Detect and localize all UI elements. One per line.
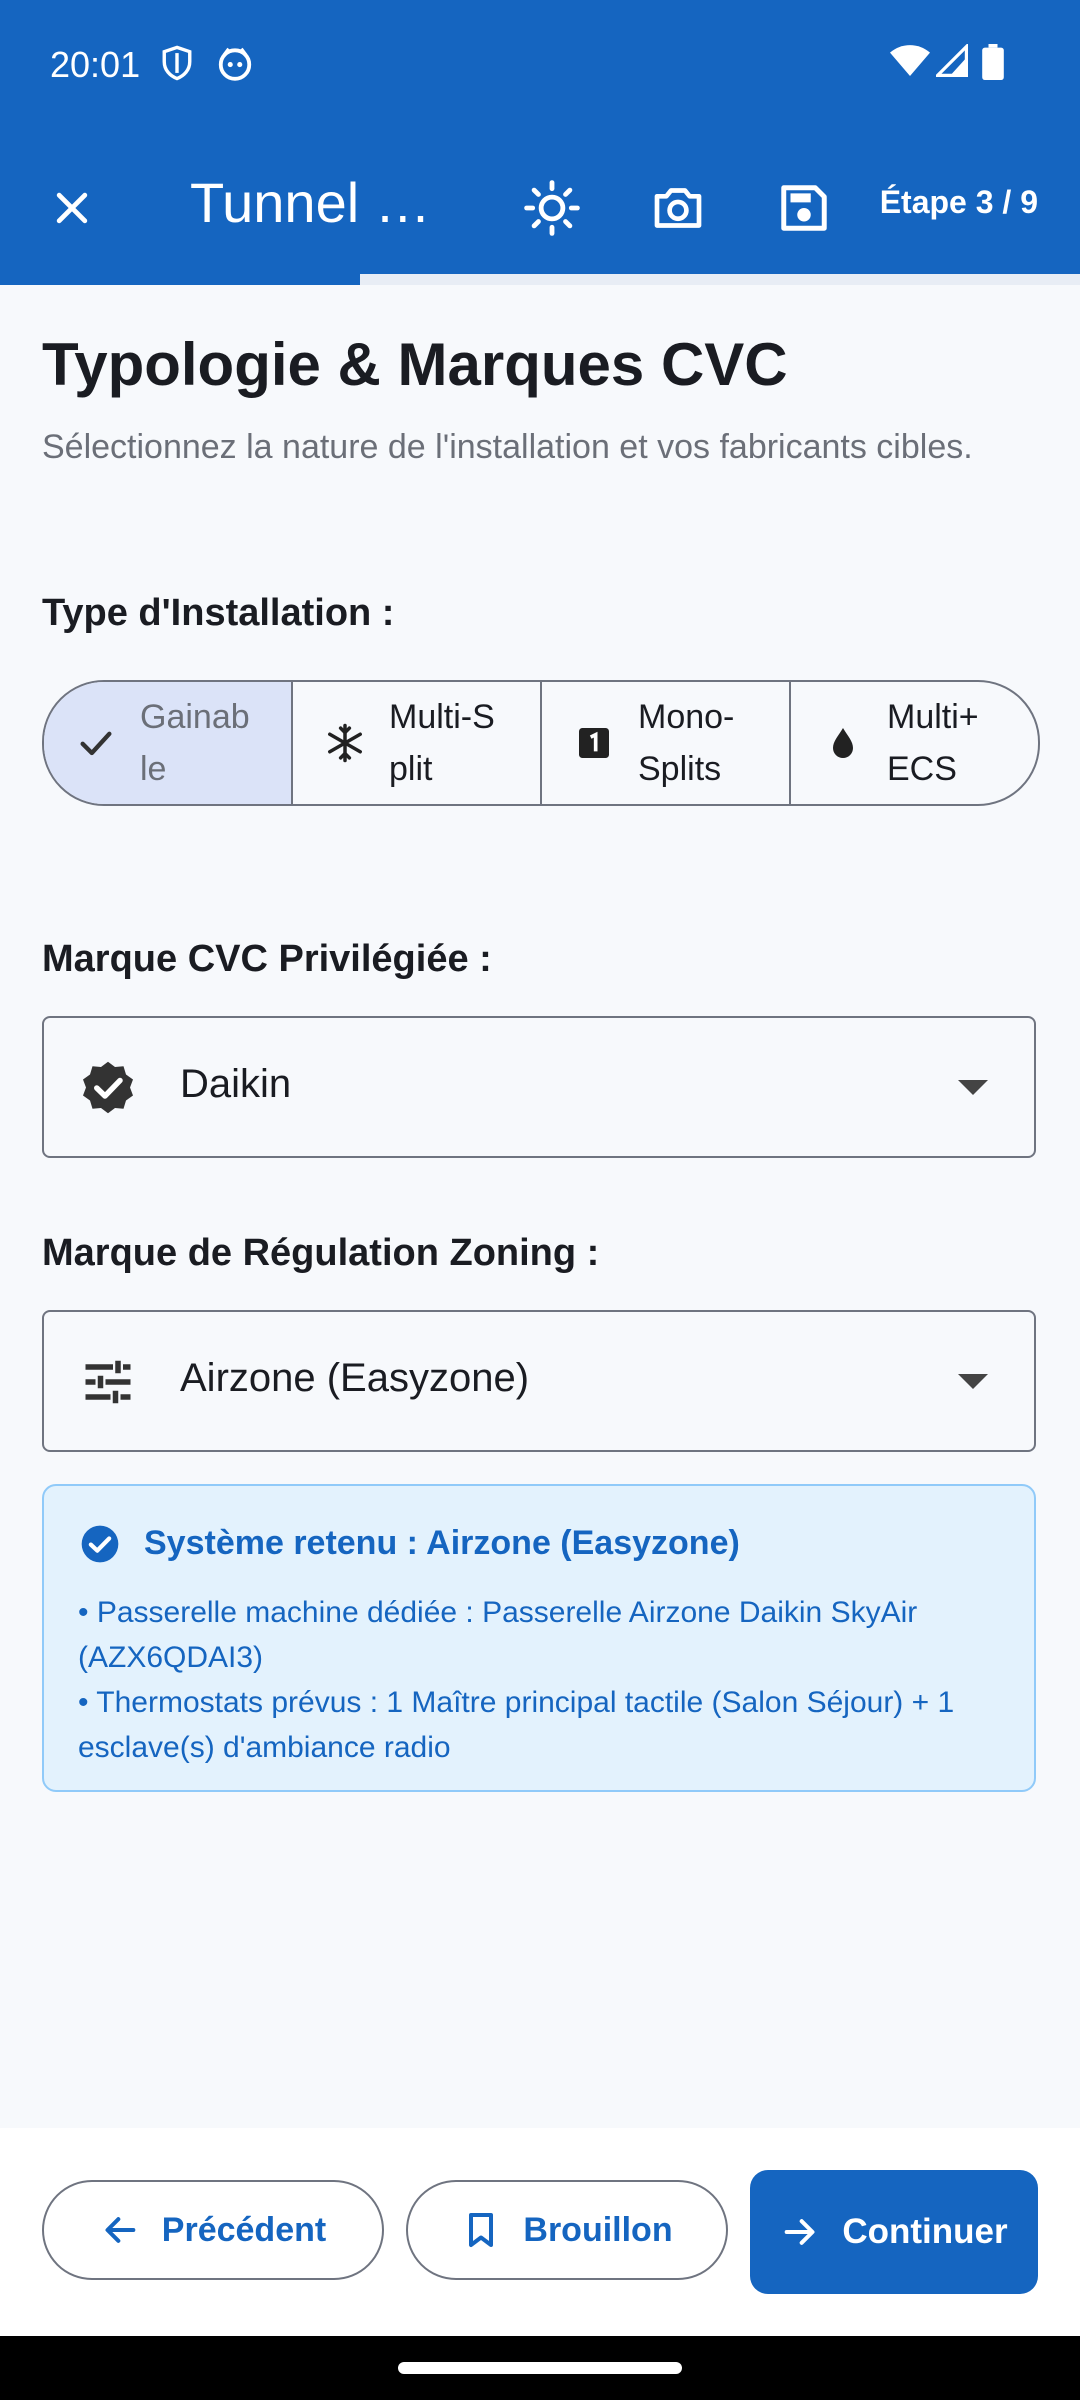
check-icon — [74, 721, 118, 765]
check-circle-icon — [78, 1522, 122, 1571]
main-content: Typologie & Marques CVC Sélectionnez la … — [42, 290, 1038, 473]
bottom-action-bar: Précédent Brouillon Continuer — [0, 2128, 1080, 2336]
installation-option-label: Gainable — [140, 698, 250, 788]
page-subtitle: Sélectionnez la nature de l'installation… — [42, 428, 973, 466]
step-indicator: Étape 3 / 9 — [879, 184, 1038, 220]
home-gesture-handle[interactable] — [398, 2362, 682, 2374]
selected-system-card: Système retenu : Airzone (Easyzone) • Pa… — [42, 1484, 1036, 1792]
installation-type-selector: Gainable Multi-Split Mono-Splits Multi+ … — [42, 680, 1040, 806]
brand-value: Daikin — [180, 1062, 292, 1106]
selected-system-details: • Passerelle machine dédiée : Passerelle… — [78, 1590, 1018, 1770]
tune-icon — [78, 1352, 138, 1412]
progress-bar — [0, 274, 1080, 285]
status-bar: 20:01 — [0, 0, 1080, 130]
system-navigation-bar — [0, 2336, 1080, 2400]
assistant-icon — [216, 44, 254, 87]
toolbar-title: Tunnel d… — [190, 171, 460, 234]
installation-option-gainable[interactable]: Gainable — [44, 682, 293, 804]
toolbar: Tunnel d… Étape 3 / 9 — [0, 140, 1080, 260]
number-one-box-icon — [572, 721, 616, 765]
detail-line: • Thermostats prévus : 1 Maître principa… — [78, 1686, 955, 1764]
continue-button[interactable]: Continuer — [750, 2170, 1038, 2294]
chevron-down-icon — [958, 1080, 988, 1095]
water-drop-icon — [821, 721, 865, 765]
brightness-icon[interactable] — [520, 176, 584, 240]
zoning-label: Marque de Régulation Zoning : — [42, 1232, 600, 1274]
installation-option-label: Multi+ ECS — [887, 698, 979, 788]
close-icon[interactable] — [40, 176, 104, 240]
zoning-value: Airzone (Easyzone) — [180, 1356, 530, 1400]
snowflake-icon — [323, 721, 367, 765]
arrow-right-icon — [780, 2212, 820, 2252]
brand-dropdown[interactable]: Daikin — [42, 1016, 1036, 1158]
installation-option-label: Multi-Split — [389, 698, 495, 788]
wifi-icon — [890, 44, 930, 83]
bookmark-icon — [461, 2210, 501, 2250]
zoning-dropdown[interactable]: Airzone (Easyzone) — [42, 1310, 1036, 1452]
save-icon[interactable] — [772, 176, 836, 240]
detail-line: • Passerelle machine dédiée : Passerelle… — [78, 1596, 918, 1674]
arrow-left-icon — [100, 2210, 140, 2250]
installation-option-mono-splits[interactable]: Mono-Splits — [542, 682, 791, 804]
installation-option-multi-split[interactable]: Multi-Split — [293, 682, 542, 804]
installation-option-multi-ecs[interactable]: Multi+ ECS — [791, 682, 1038, 804]
brand-label: Marque CVC Privilégiée : — [42, 938, 492, 980]
previous-button-label: Précédent — [161, 2210, 327, 2249]
camera-icon[interactable] — [646, 176, 710, 240]
draft-button-label: Brouillon — [523, 2210, 673, 2249]
installation-type-label: Type d'Installation : — [42, 592, 395, 634]
progress-bar-fill — [0, 274, 360, 285]
status-time: 20:01 — [50, 44, 141, 85]
continue-button-label: Continuer — [842, 2212, 1008, 2251]
battery-icon — [982, 44, 1004, 85]
installation-option-label: Mono-Splits — [638, 698, 735, 788]
chevron-down-icon — [958, 1374, 988, 1389]
shield-icon — [160, 44, 194, 87]
page-title: Typologie & Marques CVC — [42, 331, 788, 398]
selected-system-heading: Système retenu : Airzone (Easyzone) — [144, 1524, 740, 1562]
draft-button[interactable]: Brouillon — [406, 2180, 728, 2280]
cell-signal-icon — [933, 42, 968, 83]
previous-button[interactable]: Précédent — [42, 2180, 384, 2280]
verified-badge-icon — [78, 1058, 138, 1118]
app-bar: 20:01 Tunnel d… Étape 3 / 9 — [0, 0, 1080, 285]
